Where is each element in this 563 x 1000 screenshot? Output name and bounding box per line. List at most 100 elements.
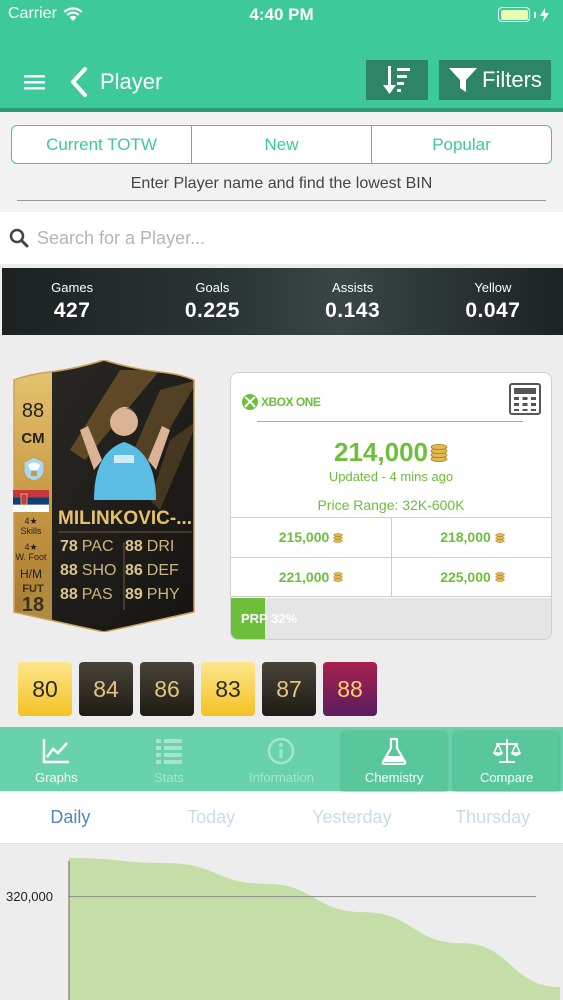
chart-line-icon xyxy=(42,736,70,766)
tab-information[interactable]: Information xyxy=(225,727,338,791)
version-chip[interactable]: 83 xyxy=(201,662,255,716)
attr-label: PHY xyxy=(146,586,180,603)
tab-compare[interactable]: Compare xyxy=(450,727,563,791)
version-chip[interactable]: 87 xyxy=(262,662,316,716)
tab-stats[interactable]: Stats xyxy=(113,727,226,791)
sort-descending-icon xyxy=(383,66,410,94)
player-card[interactable]: 88 CM 4★ Skills 4★ W. Foot H/M FUT 18 MI… xyxy=(10,360,198,632)
prp-label: PRP 32% xyxy=(241,611,298,626)
weak-foot-label: W. Foot xyxy=(15,552,47,562)
stat-value: 0.047 xyxy=(465,299,521,322)
list-icon xyxy=(155,736,183,766)
serbia-flag-icon xyxy=(13,490,49,512)
period-today[interactable]: Today xyxy=(141,792,282,843)
card-versions: 80 84 86 83 87 88 xyxy=(18,662,377,716)
attr-label: DRI xyxy=(146,538,175,555)
skill-stars: 4★ xyxy=(24,516,38,526)
hamburger-menu-button[interactable] xyxy=(22,70,48,94)
lowest-bin-price: 214,000 xyxy=(231,437,551,468)
hint-divider xyxy=(17,200,546,201)
tab-label: Chemistry xyxy=(364,770,424,785)
info-icon xyxy=(267,736,295,766)
updated-time: Updated - 4 mins ago xyxy=(328,469,454,484)
tab-chemistry[interactable]: Chemistry xyxy=(338,727,451,791)
fut-logo: FUT 18 xyxy=(18,584,48,616)
battery-icon xyxy=(498,7,530,22)
coins-icon xyxy=(430,443,448,462)
period-yesterday[interactable]: Yesterday xyxy=(282,792,423,843)
search-input[interactable] xyxy=(37,227,537,249)
other-price-value: 215,000 xyxy=(278,529,330,546)
segment-new[interactable]: New xyxy=(192,126,372,163)
page-title: Player xyxy=(100,69,163,94)
attr-value: 88 xyxy=(60,562,78,579)
attr-label: PAC xyxy=(81,538,114,555)
price-panel: XBOX ONE 214,000 Updated - 4 mins ago Pr… xyxy=(230,372,552,640)
calculator-icon xyxy=(509,383,541,415)
period-thursday[interactable]: Thursday xyxy=(422,792,563,843)
back-button[interactable]: Player xyxy=(70,64,162,100)
attr-phy: 89 PHY xyxy=(125,586,190,604)
sort-button[interactable] xyxy=(366,60,428,100)
version-chip[interactable]: 84 xyxy=(79,662,133,716)
chart-y-tick-label: 320,000 xyxy=(6,888,53,904)
stat-label: Goals xyxy=(195,280,230,295)
stat-label: Yellow xyxy=(474,280,512,295)
attr-value: 78 xyxy=(60,538,78,555)
app-header: Carrier 4:40 PM Player Filters xyxy=(0,0,563,112)
stat-yellow: Yellow 0.047 xyxy=(423,268,563,335)
version-chip[interactable]: 86 xyxy=(140,662,194,716)
work-rate: H/M xyxy=(20,567,42,581)
calculator-button[interactable] xyxy=(509,383,541,420)
card-player-name: MILINKOVIC-... xyxy=(58,508,193,529)
attr-pas: 88 PAS xyxy=(60,586,125,604)
platform-name: XBOX ONE xyxy=(261,395,321,409)
other-price-cell: 215,000 xyxy=(231,518,392,558)
battery-indicator xyxy=(498,7,549,22)
tab-graphs[interactable]: Graphs xyxy=(0,727,113,791)
other-prices-grid: 215,000 218,000 221,000 225,000 xyxy=(231,517,551,597)
tab-label: Graphs xyxy=(34,770,78,785)
stat-label: Assists xyxy=(332,280,374,295)
other-price-value: 221,000 xyxy=(278,568,330,585)
stat-goals: Goals 0.225 xyxy=(142,268,282,335)
attr-label: SHO xyxy=(81,562,117,579)
other-price-cell: 225,000 xyxy=(392,558,551,597)
stat-value: 0.143 xyxy=(325,299,381,322)
attr-value: 86 xyxy=(125,562,143,579)
search-hint: Enter Player name and find the lowest BI… xyxy=(130,175,433,192)
coins-icon xyxy=(333,572,344,582)
stat-games: Games 427 xyxy=(2,268,142,335)
weak-foot-stars: 4★ xyxy=(24,542,38,552)
stat-assists: Assists 0.143 xyxy=(283,268,423,335)
attr-def: 86 DEF xyxy=(125,562,190,580)
other-price-value: 218,000 xyxy=(440,529,491,546)
weak-foot: 4★ W. Foot xyxy=(11,542,51,562)
segment-current-totw[interactable]: Current TOTW xyxy=(12,126,192,163)
search-bar xyxy=(0,212,563,264)
card-attributes: 78 PAC 88 DRI 88 SHO 86 DEF 88 PAS 89 PHY xyxy=(60,538,190,604)
period-daily[interactable]: Daily xyxy=(0,792,141,843)
tab-label: Compare xyxy=(479,770,534,785)
filters-button[interactable]: Filters xyxy=(439,60,551,100)
stat-value: 427 xyxy=(53,299,91,322)
search-icon xyxy=(9,228,29,248)
lowest-bin-value: 214,000 xyxy=(334,437,428,467)
price-range: Price Range: 32K-600K xyxy=(317,497,465,513)
flask-icon xyxy=(381,736,407,766)
card-rating: 88 xyxy=(21,400,45,422)
xbox-icon xyxy=(242,394,258,410)
price-area-series xyxy=(69,857,560,1000)
funnel-icon xyxy=(449,68,478,92)
version-chip[interactable]: 88 xyxy=(323,662,377,716)
other-price-cell: 221,000 xyxy=(231,557,392,597)
category-bar: Current TOTW New Popular Enter Player na… xyxy=(0,112,563,212)
attr-value: 88 xyxy=(60,586,78,603)
coins-icon xyxy=(495,533,505,543)
attr-label: PAS xyxy=(81,586,113,603)
version-chip[interactable]: 80 xyxy=(18,662,72,716)
segment-popular[interactable]: Popular xyxy=(372,126,551,163)
hamburger-icon xyxy=(24,75,45,90)
other-price-value: 225,000 xyxy=(440,568,491,585)
attr-pac: 78 PAC xyxy=(60,538,125,556)
